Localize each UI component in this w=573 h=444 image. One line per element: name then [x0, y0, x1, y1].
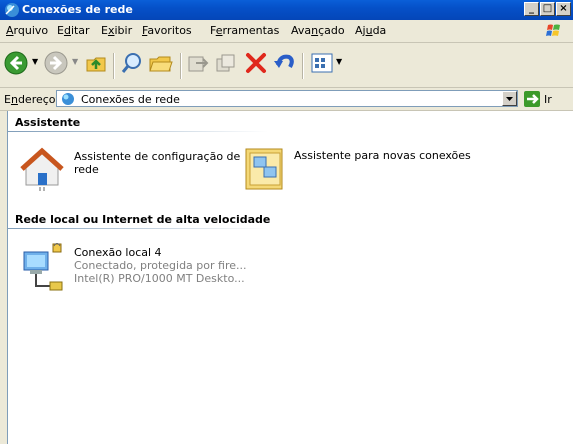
window-title: Conexões de rede	[22, 3, 133, 16]
window: Conexões de rede _ □ × Arquivo Editar Ex…	[0, 0, 573, 444]
toolbar-separator	[180, 53, 182, 79]
menu-exibir[interactable]: Exibir	[101, 24, 132, 37]
views-icon[interactable]	[310, 51, 334, 75]
close-button[interactable]: ×	[556, 2, 571, 16]
menu-editar[interactable]: Editar	[57, 24, 90, 37]
menu-avancado[interactable]: Avançado	[291, 24, 345, 37]
toolbar-separator	[113, 53, 115, 79]
go-label[interactable]: Ir	[544, 93, 552, 106]
address-dropdown-button[interactable]	[502, 91, 517, 106]
menu-arquivo[interactable]: Arquivo	[6, 24, 48, 37]
up-folder-icon[interactable]	[84, 51, 108, 75]
move-to-icon[interactable]	[186, 51, 210, 75]
group-header-lan: Rede local ou Internet de alta velocidad…	[15, 213, 271, 226]
menu-ferramentas[interactable]: Ferramentas	[210, 24, 279, 37]
new-connection-label: Assistente para novas conexões	[294, 149, 471, 162]
new-connection-wizard-item[interactable]: Assistente para novas conexões	[242, 145, 471, 196]
home-network-icon	[20, 147, 64, 191]
menu-bar: Arquivo Editar Exibir Favoritos Ferramen…	[0, 20, 573, 43]
chevron-down-icon	[506, 97, 513, 101]
address-value: Conexões de rede	[81, 93, 180, 106]
views-dropdown-icon[interactable]: ▼	[336, 57, 342, 66]
home-network-wizard-item[interactable]: Assistente de configuração de rede	[20, 147, 240, 194]
connection-device: Intel(R) PRO/1000 MT Deskto...	[74, 272, 245, 285]
new-connection-wizard-icon	[245, 148, 283, 190]
address-bar: Endereço Conexões de rede Ir	[0, 88, 573, 111]
back-icon[interactable]	[4, 51, 30, 77]
menu-favoritos[interactable]: Favoritos	[142, 24, 192, 37]
menu-ajuda[interactable]: Ajuda	[355, 24, 386, 37]
connection-status: Conectado, protegida por fire...	[74, 259, 247, 272]
home-wizard-label-2: rede	[74, 163, 99, 176]
folders-icon[interactable]	[148, 51, 174, 75]
local-connection-item[interactable]: Conexão local 4 Conectado, protegida por…	[20, 242, 247, 295]
minimize-button[interactable]: _	[524, 2, 539, 16]
delete-icon[interactable]	[244, 51, 268, 75]
connection-name: Conexão local 4	[74, 246, 162, 259]
search-icon[interactable]	[120, 51, 144, 75]
forward-icon[interactable]	[44, 51, 70, 77]
toolbar: ▼ ▼ ▼	[0, 43, 573, 88]
go-arrow-icon	[527, 94, 539, 104]
go-button[interactable]	[524, 91, 540, 107]
address-label: Endereço	[4, 93, 56, 106]
group-divider	[8, 131, 268, 132]
back-dropdown-icon[interactable]: ▼	[32, 57, 38, 66]
group-divider	[8, 228, 268, 229]
network-connections-icon	[5, 3, 19, 17]
address-input[interactable]: Conexões de rede	[56, 90, 518, 107]
copy-to-icon[interactable]	[214, 51, 238, 75]
group-header-wizard: Assistente	[15, 116, 81, 129]
undo-icon[interactable]	[272, 51, 296, 75]
home-wizard-label-1: Assistente de configuração de	[74, 150, 241, 163]
content-pane: Assistente Assistente de configuração de…	[7, 111, 573, 444]
title-bar[interactable]: Conexões de rede _ □ ×	[0, 0, 573, 20]
network-connections-icon	[62, 93, 74, 105]
windows-logo-icon	[539, 21, 567, 41]
lan-connection-icon	[23, 243, 63, 291]
toolbar-separator	[302, 53, 304, 79]
maximize-button[interactable]: □	[540, 2, 555, 16]
forward-dropdown-icon[interactable]: ▼	[72, 57, 78, 66]
